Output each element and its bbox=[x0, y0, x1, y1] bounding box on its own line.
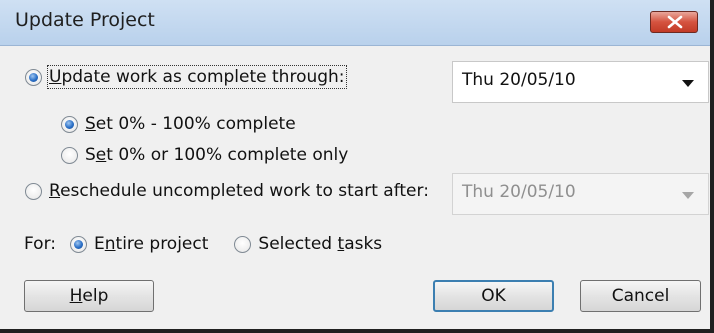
chevron-down-icon[interactable] bbox=[682, 80, 694, 87]
ok-button[interactable]: OK bbox=[433, 280, 554, 312]
set-range-radio-row[interactable]: Set 0% - 100% complete bbox=[61, 114, 296, 134]
dialog-title: Update Project bbox=[15, 9, 155, 31]
set-binary-radio[interactable] bbox=[61, 146, 78, 164]
close-button[interactable] bbox=[650, 11, 698, 33]
set-binary-label: Set 0% or 100% complete only bbox=[85, 145, 349, 165]
set-range-label: Set 0% - 100% complete bbox=[85, 114, 296, 134]
update-project-dialog: Update Project Update work as complete t… bbox=[0, 0, 714, 333]
reschedule-date-value: Thu 20/05/10 bbox=[462, 182, 576, 202]
reschedule-date-dropdown[interactable]: Thu 20/05/10 bbox=[452, 173, 709, 215]
update-work-label: Update work as complete through: bbox=[47, 65, 347, 89]
chevron-down-icon[interactable] bbox=[682, 192, 694, 199]
entire-project-radio[interactable] bbox=[70, 235, 87, 253]
update-work-radio-row[interactable]: Update work as complete through: bbox=[25, 65, 347, 89]
selected-tasks-label: Selected tasks bbox=[258, 234, 383, 254]
reschedule-label: Reschedule uncompleted work to start aft… bbox=[49, 181, 429, 201]
title-bar: Update Project bbox=[0, 0, 710, 46]
set-binary-radio-row[interactable]: Set 0% or 100% complete only bbox=[61, 145, 348, 165]
cancel-button[interactable]: Cancel bbox=[580, 280, 701, 312]
close-icon bbox=[667, 15, 683, 29]
update-work-radio[interactable] bbox=[25, 68, 42, 86]
update-through-date-value: Thu 20/05/10 bbox=[462, 70, 576, 90]
help-button[interactable]: Help bbox=[24, 280, 154, 312]
selected-tasks-radio[interactable] bbox=[234, 235, 252, 253]
entire-project-label: Entire project bbox=[94, 234, 209, 254]
for-row: For: Entire project Selected tasks bbox=[24, 234, 382, 254]
set-range-radio[interactable] bbox=[61, 115, 78, 133]
reschedule-radio-row[interactable]: Reschedule uncompleted work to start aft… bbox=[25, 181, 429, 201]
reschedule-radio[interactable] bbox=[25, 182, 42, 200]
update-through-date-dropdown[interactable]: Thu 20/05/10 bbox=[452, 61, 709, 103]
for-label: For: bbox=[24, 234, 56, 254]
